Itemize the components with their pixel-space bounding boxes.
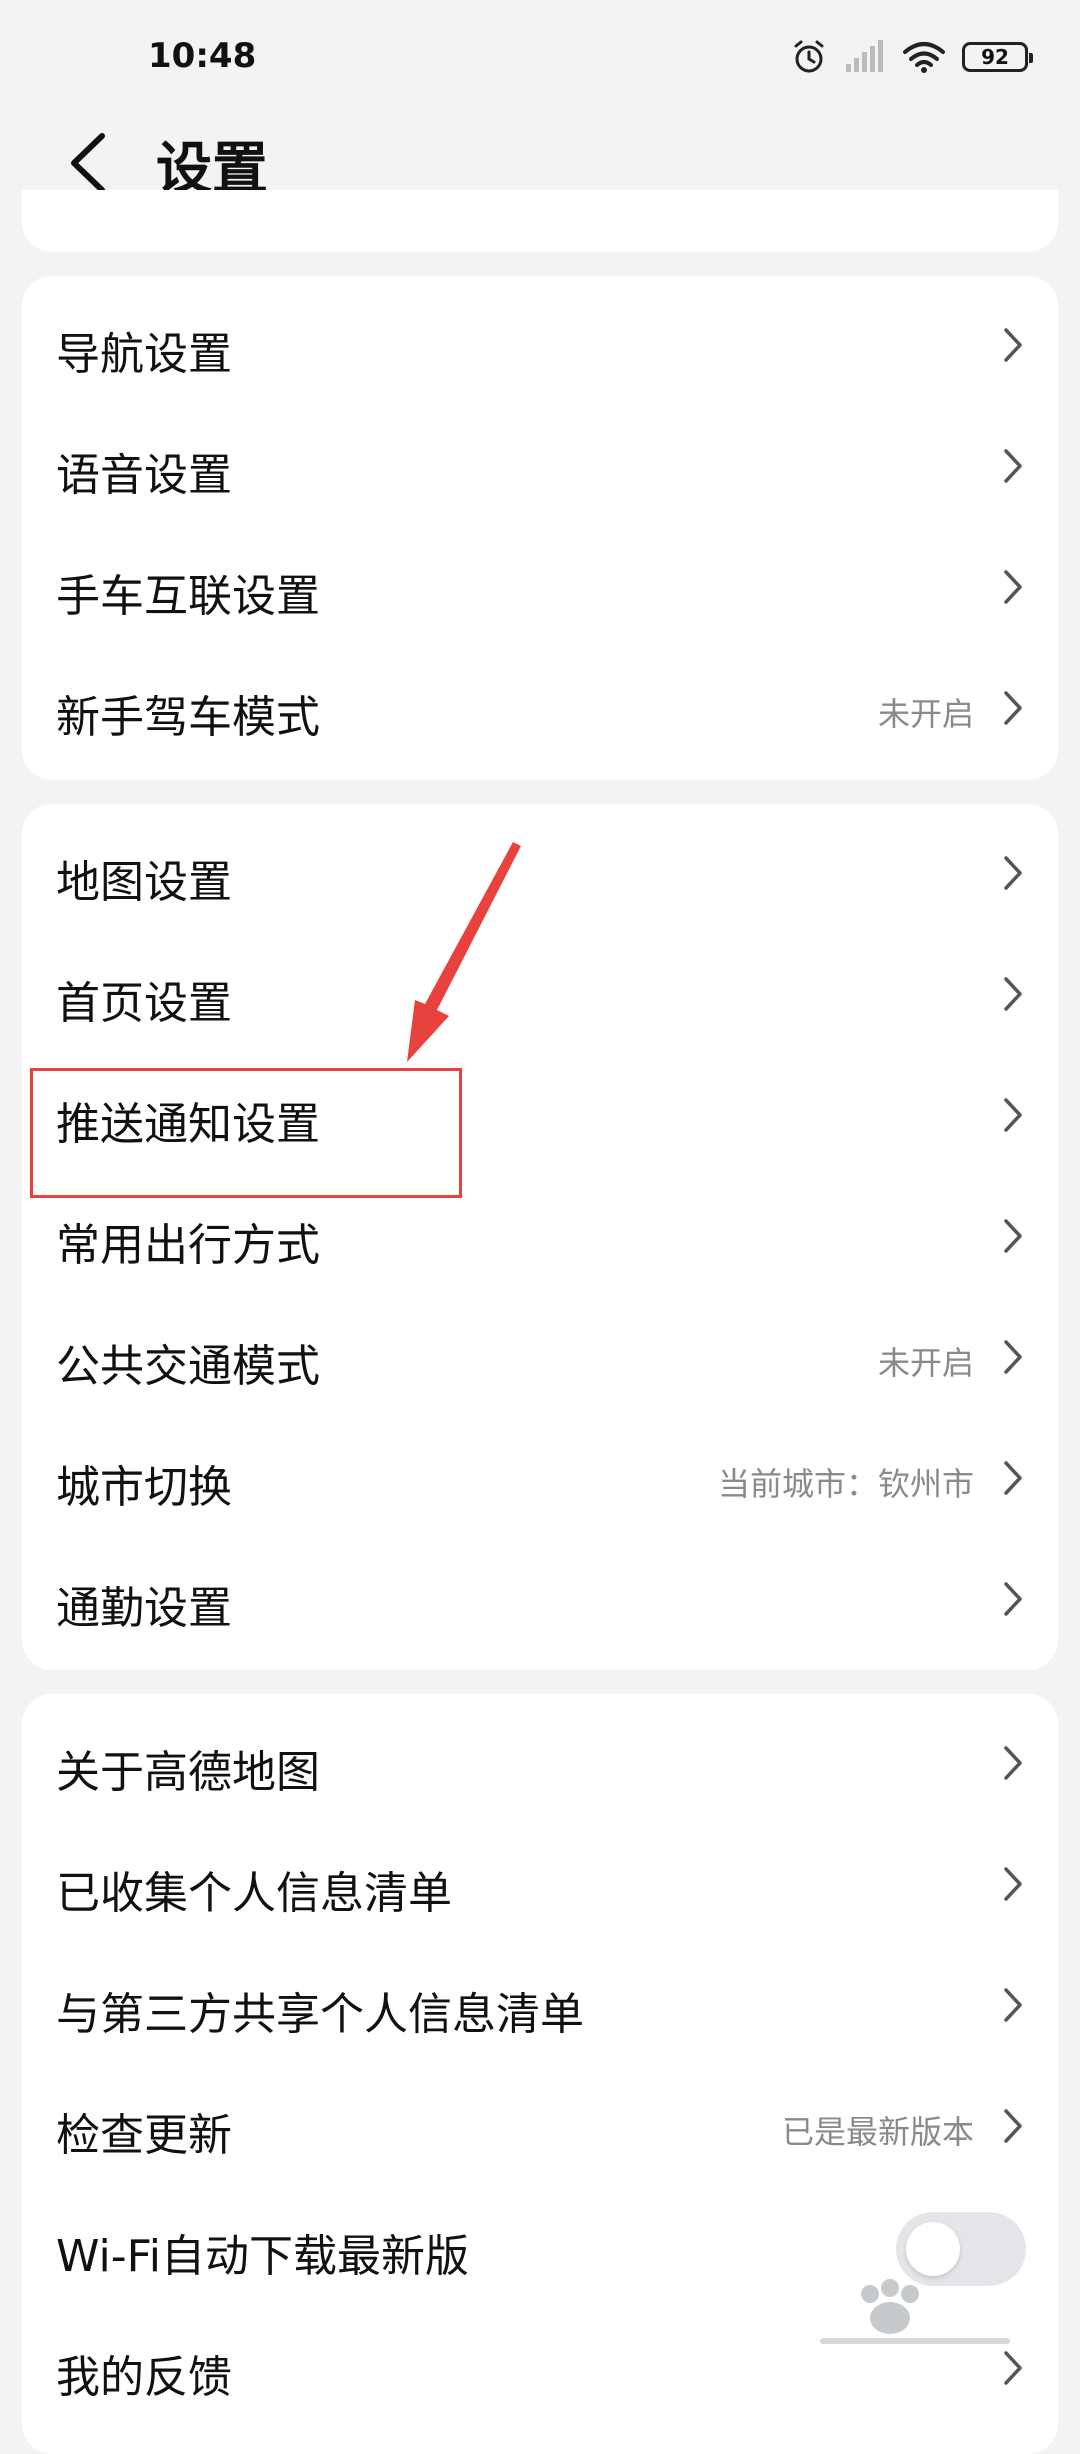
settings-row-collected-info[interactable]: 已收集个人信息清单 <box>22 1827 1058 1948</box>
row-value: 未开启 <box>877 695 974 733</box>
row-label: 首页设置 <box>56 978 232 1029</box>
row-label: 检查更新 <box>56 2110 232 2161</box>
alarm-icon <box>794 40 824 73</box>
row-label: 地图设置 <box>56 857 232 908</box>
settings-card-partial <box>22 190 1058 252</box>
chevron-right-icon <box>1004 1098 1022 1132</box>
settings-group-map: 地图设置 首页设置 推送通知设置 常用出行方式 公共交通模式 未开启 城市切换 … <box>22 804 1058 1670</box>
battery-level: 92 <box>981 45 1009 69</box>
chevron-right-icon <box>1004 328 1022 362</box>
row-label: 关于高德地图 <box>56 1747 320 1798</box>
row-label: 新手驾车模式 <box>56 692 320 743</box>
row-label: 语音设置 <box>56 450 232 501</box>
settings-row-phone-car-link[interactable]: 手车互联设置 <box>22 530 1058 651</box>
annotation-highlight-box <box>30 1068 462 1198</box>
chevron-right-icon <box>1004 856 1022 890</box>
chevron-right-icon <box>1004 449 1022 483</box>
settings-group-navigation: 导航设置 语音设置 手车互联设置 新手驾车模式 未开启 <box>22 276 1058 780</box>
settings-row-about[interactable]: 关于高德地图 <box>22 1706 1058 1827</box>
settings-row-map[interactable]: 地图设置 <box>22 816 1058 937</box>
chevron-left-icon[interactable] <box>60 128 120 198</box>
chevron-right-icon <box>1004 1867 1022 1901</box>
row-label: 公共交通模式 <box>56 1341 320 1392</box>
status-bar: 10:48 92 <box>0 0 1080 120</box>
chevron-right-icon <box>1004 1582 1022 1616</box>
settings-row-voice[interactable]: 语音设置 <box>22 409 1058 530</box>
chevron-right-icon <box>1004 1746 1022 1780</box>
row-label: Wi-Fi自动下载最新版 <box>56 2231 469 2282</box>
row-label: 手车互联设置 <box>56 571 320 622</box>
annotation-arrow-icon <box>407 842 521 1062</box>
row-label: 已收集个人信息清单 <box>56 1868 452 1919</box>
chevron-right-icon <box>1004 570 1022 604</box>
watermark-icon <box>820 2279 1010 2344</box>
settings-row-commute[interactable]: 通勤设置 <box>22 1542 1058 1663</box>
row-value: 已是最新版本 <box>781 2113 974 2151</box>
settings-row-public-transit[interactable]: 公共交通模式 未开启 <box>22 1300 1058 1421</box>
status-icons: 92 <box>790 38 1033 76</box>
settings-row-novice-driving[interactable]: 新手驾车模式 未开启 <box>22 651 1058 772</box>
row-label: 城市切换 <box>56 1462 232 1513</box>
row-label: 通勤设置 <box>56 1583 232 1634</box>
row-label: 我的反馈 <box>56 2352 232 2403</box>
chevron-right-icon <box>1004 2109 1022 2143</box>
settings-row-city-switch[interactable]: 城市切换 当前城市：钦州市 <box>22 1421 1058 1542</box>
chevron-right-icon <box>1004 1219 1022 1253</box>
wifi-icon <box>903 42 945 73</box>
row-label: 与第三方共享个人信息清单 <box>56 1989 584 2040</box>
row-value: 未开启 <box>877 1344 974 1382</box>
settings-row-home[interactable]: 首页设置 <box>22 937 1058 1058</box>
settings-row-navigation[interactable]: 导航设置 <box>22 288 1058 409</box>
chevron-right-icon <box>1004 977 1022 1011</box>
chevron-right-icon <box>1004 1340 1022 1374</box>
toggle-knob <box>906 2222 960 2276</box>
row-label: 导航设置 <box>56 329 232 380</box>
row-value: 当前城市：钦州市 <box>717 1465 974 1503</box>
row-label: 常用出行方式 <box>56 1220 320 1271</box>
settings-row-third-party-info[interactable]: 与第三方共享个人信息清单 <box>22 1948 1058 2069</box>
status-time: 10:48 <box>148 36 257 76</box>
chevron-right-icon <box>1004 1988 1022 2022</box>
chevron-right-icon <box>1004 691 1022 725</box>
settings-row-check-update[interactable]: 检查更新 已是最新版本 <box>22 2069 1058 2190</box>
battery-icon: 92 <box>962 42 1033 72</box>
signal-icon <box>846 40 883 72</box>
chevron-right-icon <box>1004 1461 1022 1495</box>
